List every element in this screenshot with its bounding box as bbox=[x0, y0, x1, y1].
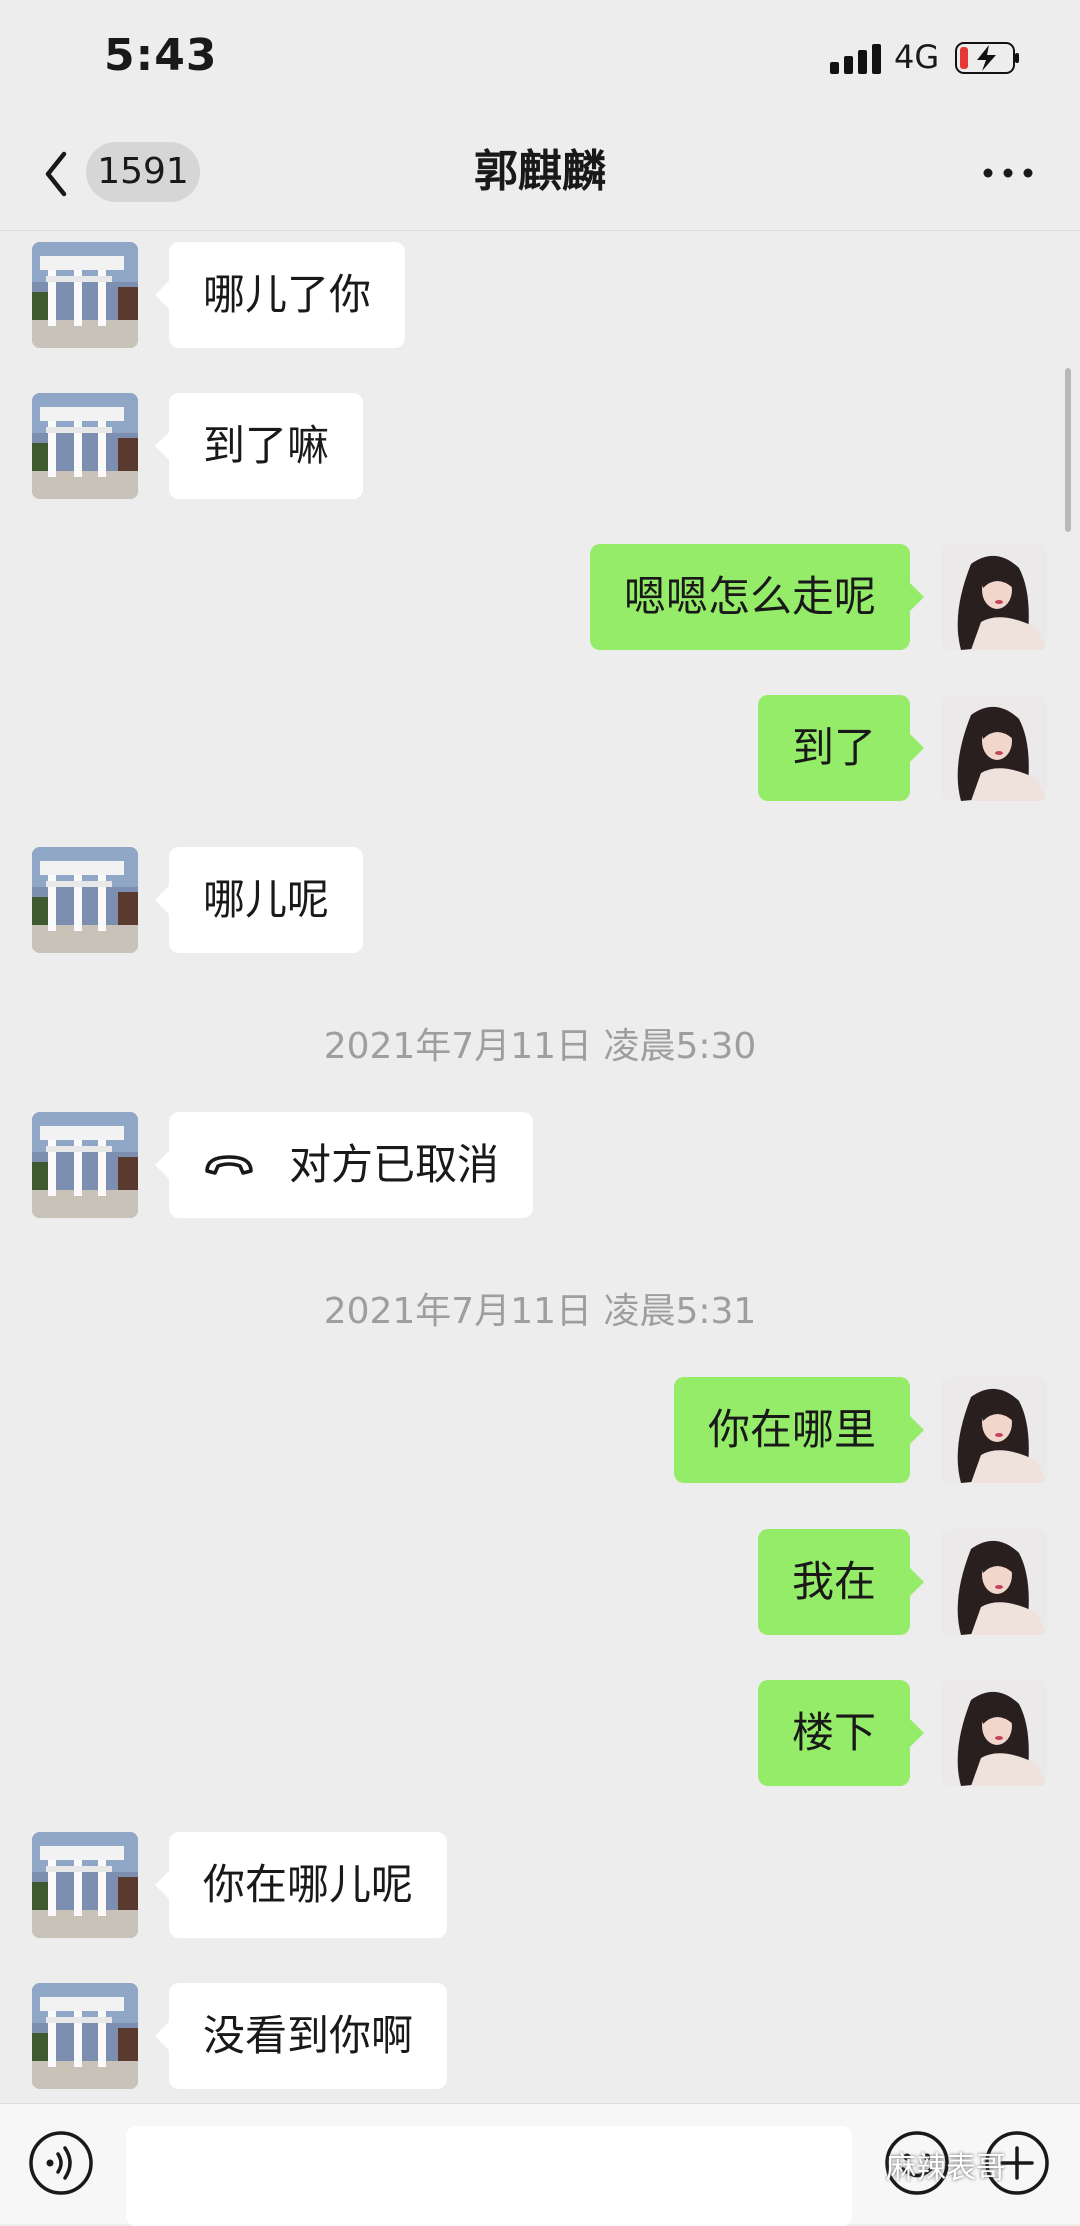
message-bubble[interactable]: 我在 bbox=[757, 1529, 925, 1635]
contact-avatar[interactable] bbox=[32, 847, 138, 953]
battery-charging-icon bbox=[955, 42, 1019, 74]
message-received: 你在哪儿呢 bbox=[0, 1832, 1080, 1942]
network-type: 4G bbox=[894, 38, 940, 76]
message-bubble[interactable]: 哪儿呢 bbox=[154, 847, 364, 953]
message-sent: 到了 bbox=[0, 695, 1080, 805]
user-avatar[interactable] bbox=[941, 1680, 1047, 1786]
message-sent: 你在哪里 bbox=[0, 1377, 1080, 1487]
message-bubble[interactable]: 到了 bbox=[757, 695, 925, 801]
watermark: 麻辣表哥 bbox=[886, 2151, 1006, 2186]
message-bubble[interactable]: 你在哪里 bbox=[673, 1377, 925, 1483]
unread-count-badge[interactable]: 1591 bbox=[86, 142, 200, 202]
user-avatar[interactable] bbox=[941, 695, 1047, 801]
voice-icon[interactable] bbox=[28, 2130, 94, 2196]
message-bubble[interactable]: 嗯嗯怎么走呢 bbox=[589, 544, 925, 650]
user-avatar[interactable] bbox=[941, 1377, 1047, 1483]
status-bar: 5:43 4G bbox=[0, 0, 1080, 120]
message-bubble[interactable]: 你在哪儿呢 bbox=[154, 1832, 448, 1938]
contact-avatar[interactable] bbox=[32, 242, 138, 348]
status-time: 5:43 bbox=[104, 30, 218, 81]
message-input[interactable] bbox=[126, 2126, 852, 2226]
message-sent: 我在 bbox=[0, 1529, 1080, 1639]
contact-name-title: 郭麒麟 bbox=[474, 146, 606, 197]
contact-avatar[interactable] bbox=[32, 393, 138, 499]
more-dots-icon[interactable] bbox=[980, 158, 1036, 188]
back-chevron-icon[interactable] bbox=[36, 144, 76, 204]
call-record-bubble[interactable]: 对方已取消 bbox=[154, 1112, 534, 1218]
message-list[interactable]: 哪儿了你 到了嘛 嗯嗯怎么走呢 到了 哪儿呢 2021年7月11日 凌晨5:30… bbox=[0, 231, 1080, 2103]
message-bubble[interactable]: 哪儿了你 bbox=[154, 242, 406, 348]
phone-call-icon bbox=[205, 1154, 253, 1175]
contact-avatar[interactable] bbox=[32, 1832, 138, 1938]
message-bubble[interactable]: 楼下 bbox=[757, 1680, 925, 1786]
message-received: 哪儿呢 bbox=[0, 847, 1080, 957]
message-received: 哪儿了你 bbox=[0, 242, 1080, 352]
chat-timestamp: 2021年7月11日 凌晨5:30 bbox=[323, 1026, 757, 1067]
contact-avatar[interactable] bbox=[32, 1112, 138, 1218]
message-sent: 嗯嗯怎么走呢 bbox=[0, 544, 1080, 654]
message-sent: 楼下 bbox=[0, 1680, 1080, 1790]
user-avatar[interactable] bbox=[941, 544, 1047, 650]
message-bubble[interactable]: 没看到你啊 bbox=[154, 1983, 448, 2089]
message-received: 没看到你啊 bbox=[0, 1983, 1080, 2093]
chat-header: 1591 郭麒麟 bbox=[0, 120, 1080, 231]
user-avatar[interactable] bbox=[941, 1529, 1047, 1635]
scrollbar[interactable] bbox=[1065, 368, 1071, 532]
chat-timestamp: 2021年7月11日 凌晨5:31 bbox=[323, 1291, 757, 1332]
call-status-text: 对方已取消 bbox=[289, 1140, 500, 1189]
message-bubble[interactable]: 到了嘛 bbox=[154, 393, 364, 499]
message-received: 到了嘛 bbox=[0, 393, 1080, 503]
message-received-call: 对方已取消 bbox=[0, 1112, 1080, 1222]
signal-icon bbox=[830, 44, 882, 74]
contact-avatar[interactable] bbox=[32, 1983, 138, 2089]
